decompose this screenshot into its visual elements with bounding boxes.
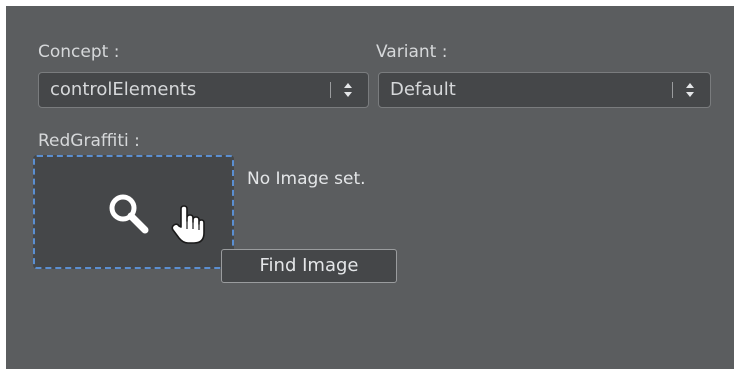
image-field-label: RedGraffiti :: [38, 131, 140, 151]
image-drop-zone[interactable]: [33, 155, 234, 269]
find-image-tooltip: Find Image: [221, 249, 397, 283]
magnifier-icon[interactable]: [106, 191, 152, 237]
concept-select-value: controlElements: [50, 79, 197, 100]
variant-select-divider: [672, 82, 673, 98]
variant-label: Variant :: [376, 42, 448, 62]
concept-select-divider: [330, 82, 331, 98]
variant-select[interactable]: Default: [378, 72, 711, 108]
up-down-arrows-icon: [344, 83, 352, 97]
concept-select[interactable]: controlElements: [38, 72, 369, 108]
variant-select-value: Default: [390, 79, 456, 100]
hand-pointer-icon: [171, 205, 205, 244]
image-status-text: No Image set.: [247, 169, 366, 189]
concept-label: Concept :: [38, 42, 120, 62]
up-down-arrows-icon: [686, 83, 694, 97]
